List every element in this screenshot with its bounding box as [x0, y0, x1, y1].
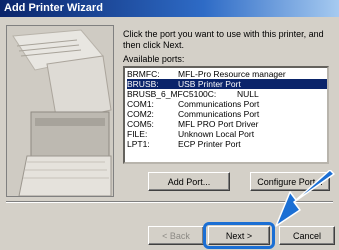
port-name: COM5:	[127, 119, 154, 129]
window-title: Add Printer Wizard	[4, 2, 103, 14]
port-row-brusb-6[interactable]: BRUSB_6_MFC5100C: NULL	[127, 89, 327, 99]
available-ports-label-text: Available ports:	[123, 54, 185, 64]
title-bar: Add Printer Wizard	[0, 0, 339, 17]
port-name: FILE:	[127, 129, 148, 139]
port-desc: Communications Port	[178, 109, 260, 119]
port-desc: MFL-Pro Resource manager	[178, 69, 286, 79]
ports-listbox[interactable]: BRMFC: MFL-Pro Resource manager BRUSB: U…	[123, 66, 329, 164]
port-name: LPT1:	[127, 139, 150, 149]
port-row-com5[interactable]: COM5: MFL PRO Port Driver	[127, 119, 327, 129]
port-name: BRUSB_6_MFC5100C:	[127, 89, 217, 99]
add-printer-wizard-window: Add Printer Wizard Click the port you wa…	[0, 0, 339, 250]
port-row-brusb[interactable]: BRUSB: USB Printer Port	[127, 79, 327, 89]
add-port-button[interactable]: Add Port...	[148, 172, 230, 191]
pointer-arrow-icon	[275, 170, 335, 227]
port-name: COM1:	[127, 99, 154, 109]
back-button[interactable]: < Back	[148, 226, 204, 245]
port-desc: Unknown Local Port	[178, 129, 255, 139]
port-row-file[interactable]: FILE: Unknown Local Port	[127, 129, 327, 139]
port-row-com1[interactable]: COM1: Communications Port	[127, 99, 327, 109]
port-name: BRUSB:	[127, 79, 159, 89]
port-desc: ECP Printer Port	[178, 139, 241, 149]
port-row-brmfc[interactable]: BRMFC: MFL-Pro Resource manager	[127, 69, 327, 79]
port-name: COM2:	[127, 109, 154, 119]
available-ports-label: Available ports:	[123, 54, 184, 64]
instruction-text: Click the port you want to use with this…	[123, 29, 324, 50]
port-desc: MFL PRO Port Driver	[178, 119, 259, 129]
port-desc: NULL	[237, 89, 259, 99]
wizard-illustration	[6, 25, 114, 197]
port-desc: USB Printer Port	[178, 79, 241, 89]
port-desc: Communications Port	[178, 99, 260, 109]
port-name: BRMFC:	[127, 69, 160, 79]
port-row-lpt1[interactable]: LPT1: ECP Printer Port	[127, 139, 327, 149]
port-row-com2[interactable]: COM2: Communications Port	[127, 109, 327, 119]
next-button-highlight	[203, 222, 275, 249]
